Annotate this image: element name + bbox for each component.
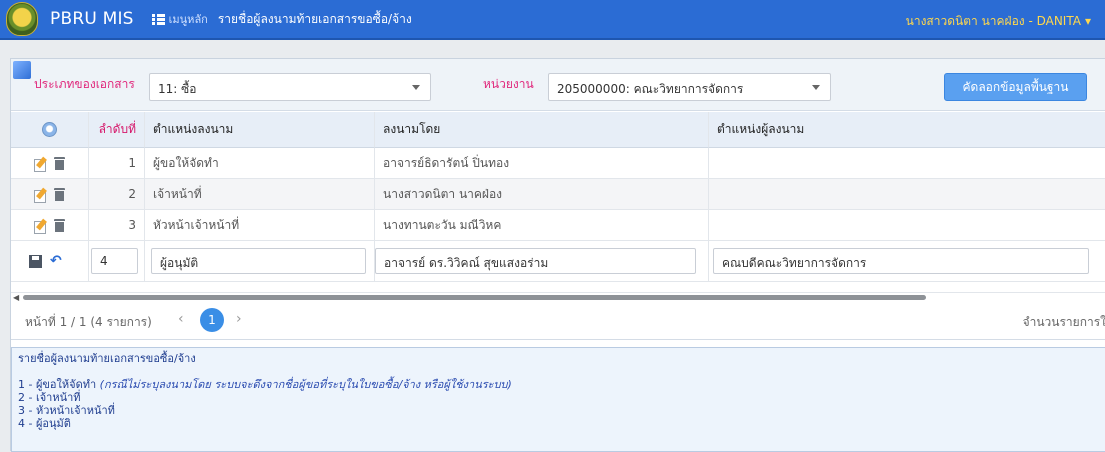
doc-type-value: 11: ซื้อ bbox=[158, 82, 197, 96]
table-row[interactable]: 3 หัวหน้าเจ้าหน้าที่ นางทานตะวัน มณีวิหค bbox=[11, 210, 1105, 241]
main-menu-link[interactable]: เมนูหลัก bbox=[151, 10, 208, 28]
cell-no: 1 bbox=[89, 148, 145, 179]
cell-no: 3 bbox=[89, 210, 145, 241]
prev-page-icon[interactable]: ‹ bbox=[178, 311, 184, 327]
header-signer[interactable]: ลงนามโดย bbox=[375, 112, 709, 148]
signer-position-input[interactable]: คณบดีคณะวิทยาการจัดการ bbox=[713, 248, 1089, 274]
position-input[interactable]: ผู้อนุมัติ bbox=[151, 248, 366, 274]
cell-signer-position bbox=[709, 179, 1105, 210]
notes-line1-note: (กรณีไม่ระบุลงนามโดย ระบบจะดึงจากชื่อผู้… bbox=[99, 378, 512, 391]
notes-title: รายชื่อผู้ลงนามท้ายเอกสารขอซื้อ/จ้าง bbox=[18, 352, 196, 365]
row-actions bbox=[11, 179, 89, 210]
caret-down-icon: ▾ bbox=[1084, 14, 1091, 28]
doc-type-select[interactable]: 11: ซื้อ bbox=[149, 73, 431, 101]
edit-icon[interactable] bbox=[34, 157, 48, 172]
save-icon[interactable] bbox=[29, 254, 42, 268]
edit-signer-position-cell: คณบดีคณะวิทยาการจัดการ bbox=[709, 241, 1105, 282]
top-navbar: PBRU MIS เมนูหลัก รายชื่อผู้ลงนามท้ายเอก… bbox=[0, 0, 1105, 40]
main-menu-label: เมนูหลัก bbox=[168, 13, 208, 26]
page-button[interactable]: 1 bbox=[200, 308, 224, 332]
edit-icon[interactable] bbox=[34, 188, 48, 203]
doc-type-label: ประเภทของเอกสาร bbox=[34, 77, 135, 91]
cell-no: 2 bbox=[89, 179, 145, 210]
notes-line1-prefix: 1 - ผู้ขอให้จัดทำ bbox=[18, 378, 100, 391]
trash-icon[interactable] bbox=[54, 156, 65, 170]
horizontal-scrollbar[interactable]: ◀ bbox=[11, 292, 1105, 302]
trash-icon[interactable] bbox=[54, 187, 65, 201]
cell-signer: อาจารย์ธิดารัตน์ ปิ่นทอง bbox=[375, 148, 709, 179]
cell-position: เจ้าหน้าที่ bbox=[145, 179, 375, 210]
no-input[interactable]: 4 bbox=[91, 248, 138, 274]
next-page-icon[interactable]: › bbox=[236, 311, 242, 327]
edit-icon[interactable] bbox=[34, 219, 48, 234]
edit-row-actions: ↶ bbox=[11, 241, 89, 282]
notes-line: 2 - เจ้าหน้าที่ bbox=[18, 391, 81, 404]
notes-box: รายชื่อผู้ลงนามท้ายเอกสารขอซื้อ/จ้าง 1 -… bbox=[11, 347, 1105, 452]
edit-signer-cell: อาจารย์ ดร.วิวิคณ์ สุขแสงอร่าม bbox=[375, 241, 709, 282]
main-panel: ประเภทของเอกสาร 11: ซื้อ หน่วยงาน 205000… bbox=[10, 58, 1105, 452]
edit-row: ↶ 4 ผู้อนุมัติ อาจารย์ ดร.วิวิคณ์ สุขแสง… bbox=[11, 241, 1105, 282]
cell-position: ผู้ขอให้จัดทำ bbox=[145, 148, 375, 179]
edit-no-cell: 4 bbox=[89, 241, 145, 282]
chevron-down-icon bbox=[812, 85, 820, 90]
menu-grid-icon bbox=[151, 13, 165, 25]
row-actions bbox=[11, 148, 89, 179]
filter-bar: ประเภทของเอกสาร 11: ซื้อ หน่วยงาน 205000… bbox=[11, 59, 1105, 111]
notes-line: 1 - ผู้ขอให้จัดทำ (กรณีไม่ระบุลงนามโดย ร… bbox=[18, 378, 1099, 391]
cell-signer-position bbox=[709, 148, 1105, 179]
settings-icon[interactable] bbox=[42, 122, 57, 137]
unit-select[interactable]: 205000000: คณะวิทยาการจัดการ bbox=[548, 73, 831, 101]
signer-input[interactable]: อาจารย์ ดร.วิวิคณ์ สุขแสงอร่าม bbox=[375, 248, 696, 274]
table-row[interactable]: 2 เจ้าหน้าที่ นางสาวดนิตา นาคฝ่อง bbox=[11, 179, 1105, 210]
header-position[interactable]: ตำแหน่งลงนาม bbox=[145, 112, 375, 148]
copy-base-data-button[interactable]: คัดลอกข้อมูลพื้นฐาน bbox=[944, 73, 1087, 101]
pager-info: หน้าที่ 1 / 1 (4 รายการ) bbox=[25, 315, 152, 329]
chevron-down-icon bbox=[412, 85, 420, 90]
unit-value: 205000000: คณะวิทยาการจัดการ bbox=[557, 82, 744, 96]
filter-icon bbox=[13, 61, 31, 79]
user-menu[interactable]: นางสาวดนิตา นาคฝ่อง - DANITA ▾ bbox=[906, 12, 1091, 31]
unit-label: หน่วยงาน bbox=[483, 77, 534, 91]
cell-position: หัวหน้าเจ้าหน้าที่ bbox=[145, 210, 375, 241]
undo-icon[interactable]: ↶ bbox=[50, 253, 62, 269]
header-no[interactable]: ลำดับที่ bbox=[89, 112, 145, 148]
cell-signer-position bbox=[709, 210, 1105, 241]
page-title: รายชื่อผู้ลงนามท้ายเอกสารขอซื้อ/จ้าง bbox=[217, 11, 412, 26]
page-size-label: จำนวนรายการใ bbox=[1022, 315, 1105, 329]
notes-line: 4 - ผู้อนุมัติ bbox=[18, 417, 71, 430]
header-signer-position[interactable]: ตำแหน่งผู้ลงนาม bbox=[709, 112, 1105, 148]
header-settings-cell[interactable] bbox=[11, 112, 89, 148]
cell-signer: นางทานตะวัน มณีวิหค bbox=[375, 210, 709, 241]
logo-icon[interactable] bbox=[6, 2, 38, 36]
edit-position-cell: ผู้อนุมัติ bbox=[145, 241, 375, 282]
user-name: นางสาวดนิตา นาคฝ่อง - DANITA bbox=[905, 14, 1081, 28]
row-actions bbox=[11, 210, 89, 241]
cell-signer: นางสาวดนิตา นาคฝ่อง bbox=[375, 179, 709, 210]
pager: หน้าที่ 1 / 1 (4 รายการ) ‹ 1 › จำนวนรายก… bbox=[11, 301, 1105, 340]
trash-icon[interactable] bbox=[54, 218, 65, 232]
app-name[interactable]: PBRU MIS bbox=[50, 9, 134, 29]
table-header: ลำดับที่ ตำแหน่งลงนาม ลงนามโดย ตำแหน่งผู… bbox=[11, 112, 1105, 148]
notes-line: 3 - หัวหน้าเจ้าหน้าที่ bbox=[18, 404, 115, 417]
table-row[interactable]: 1 ผู้ขอให้จัดทำ อาจารย์ธิดารัตน์ ปิ่นทอง bbox=[11, 148, 1105, 179]
scrollbar-thumb[interactable] bbox=[23, 295, 926, 300]
